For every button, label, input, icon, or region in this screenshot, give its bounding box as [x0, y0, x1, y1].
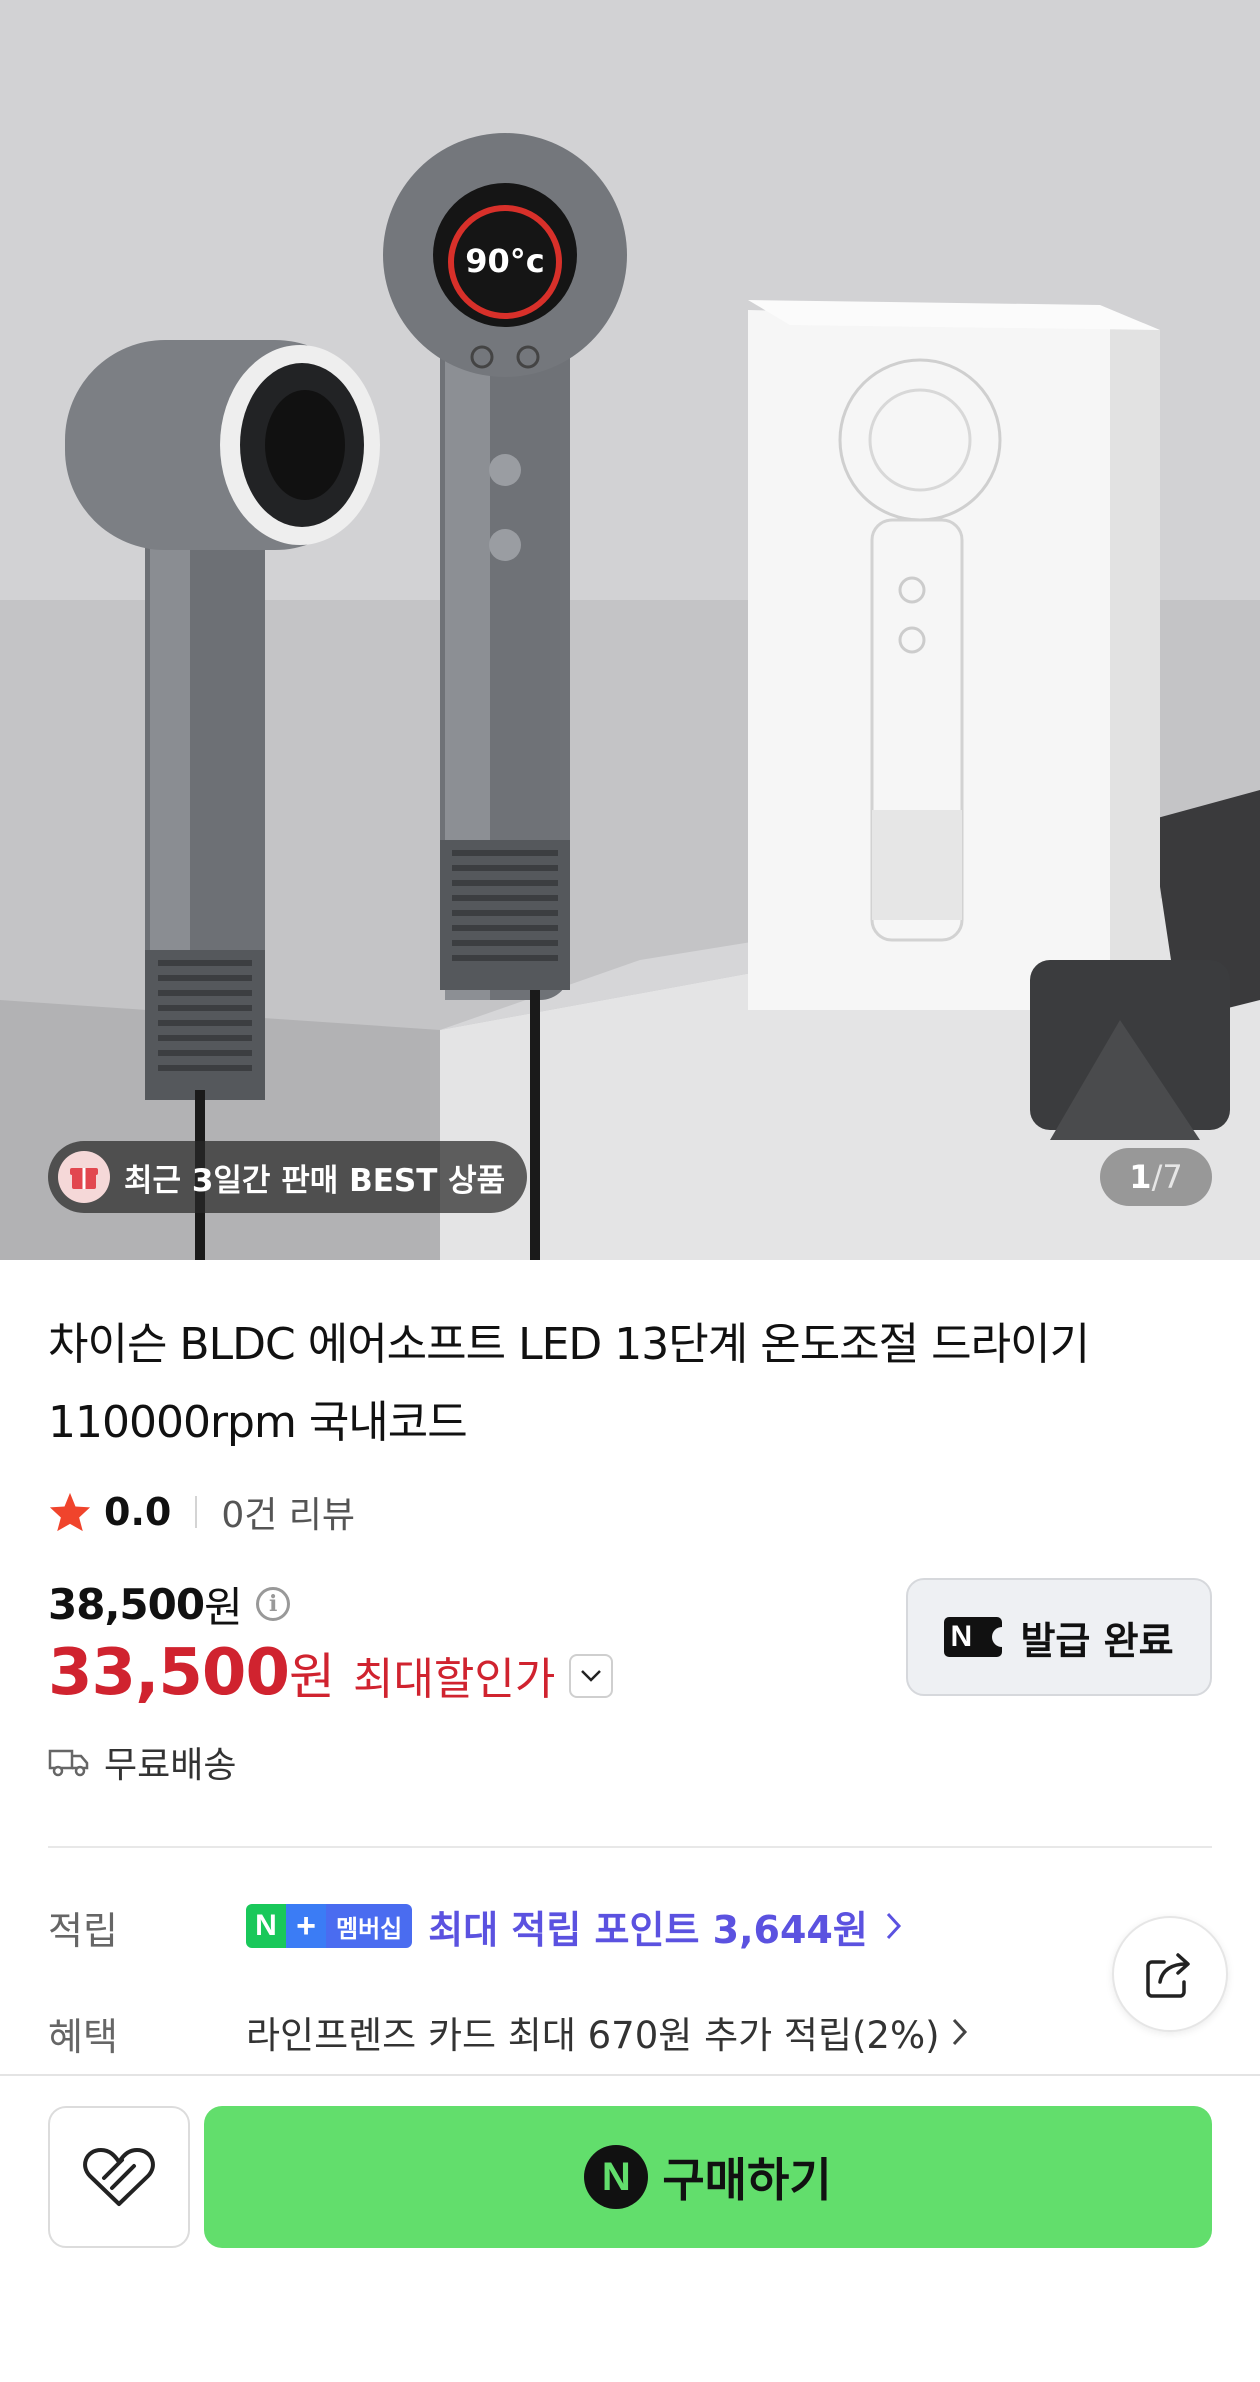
rating-divider — [195, 1496, 198, 1528]
benefit-text: 라인프렌즈 카드 최대 670원 추가 적립(2%) — [246, 2014, 940, 2057]
chevron-down-icon[interactable] — [569, 1654, 614, 1698]
review-count-link[interactable]: 0건 리뷰 — [221, 1486, 355, 1538]
info-icon[interactable]: i — [255, 1587, 290, 1621]
bottom-bar-divider — [0, 2074, 1260, 2076]
shipping-label: 무료배송 — [104, 1745, 237, 1786]
wishlist-button[interactable] — [48, 2106, 190, 2248]
sale-price-unit: 원 — [288, 1648, 335, 1706]
original-price-unit: 원 — [204, 1582, 243, 1632]
chevron-right-icon — [886, 1912, 901, 1940]
benefit-row-label: 혜택 — [48, 2015, 118, 2059]
points-row[interactable]: N + 멤버십 최대 적립 포인트 3,644원 — [246, 1900, 904, 1952]
original-price-value: 38,500 — [48, 1579, 205, 1629]
truck-icon — [48, 1749, 89, 1777]
rating-score: 0.0 — [104, 1490, 172, 1534]
image-counter-current: 1 — [1129, 1158, 1152, 1196]
star-icon — [49, 1492, 91, 1532]
display-temp: 90°c — [465, 242, 545, 280]
heart-icon — [83, 2148, 155, 2206]
image-counter-total: 7 — [1162, 1158, 1183, 1196]
coupon-label: 발급 완료 — [1020, 1618, 1174, 1663]
sale-price: 33,500 원 최대할인가 — [48, 1636, 614, 1716]
image-counter-separator: / — [1151, 1158, 1163, 1196]
best-seller-label: 최근 3일간 판매 BEST 상품 — [124, 1162, 506, 1199]
membership-label: 멤버십 — [326, 1904, 413, 1948]
sale-price-label: 최대할인가 — [352, 1654, 556, 1705]
share-icon — [1146, 1953, 1190, 1998]
product-image-carousel[interactable]: 90°c 최근 3일간 판매 BEST 상품 1 / 7 — [0, 0, 1260, 1260]
shipping-info: 무료배송 — [48, 1738, 236, 1786]
naver-pay-icon: N — [584, 2145, 649, 2209]
product-title: 차이슨 BLDC 에어소프트 LED 13단계 온도조절 드라이기 110000… — [48, 1319, 1090, 1448]
membership-n-icon: N — [246, 1904, 286, 1948]
best-seller-badge: 최근 3일간 판매 BEST 상품 — [48, 1141, 528, 1213]
buy-label: 구매하기 — [662, 2153, 832, 2207]
benefit-row[interactable]: 라인프렌즈 카드 최대 670원 추가 적립(2%) — [246, 2006, 970, 2058]
coupon-button[interactable]: N 발급 완료 — [906, 1578, 1212, 1696]
points-row-label: 적립 — [48, 1909, 118, 1953]
original-price: 38,500 원 i — [48, 1574, 290, 1634]
max-points-text: 최대 적립 포인트 3,644원 — [428, 1907, 868, 1952]
product-photo: 90°c — [0, 0, 1260, 1260]
image-counter: 1 / 7 — [1100, 1148, 1212, 1206]
naver-coupon-icon: N — [944, 1617, 1003, 1657]
membership-badge: N + 멤버십 — [246, 1904, 413, 1948]
share-button[interactable] — [1112, 1916, 1228, 2032]
membership-plus-icon: + — [286, 1904, 326, 1948]
rating-row[interactable]: 0.0 0건 리뷰 — [48, 1484, 355, 1540]
gift-icon — [58, 1151, 110, 1203]
chevron-right-icon — [952, 2018, 967, 2046]
section-divider — [48, 1846, 1212, 1848]
sale-price-value: 33,500 — [48, 1636, 290, 1710]
buy-button[interactable]: N 구매하기 — [204, 2106, 1212, 2248]
